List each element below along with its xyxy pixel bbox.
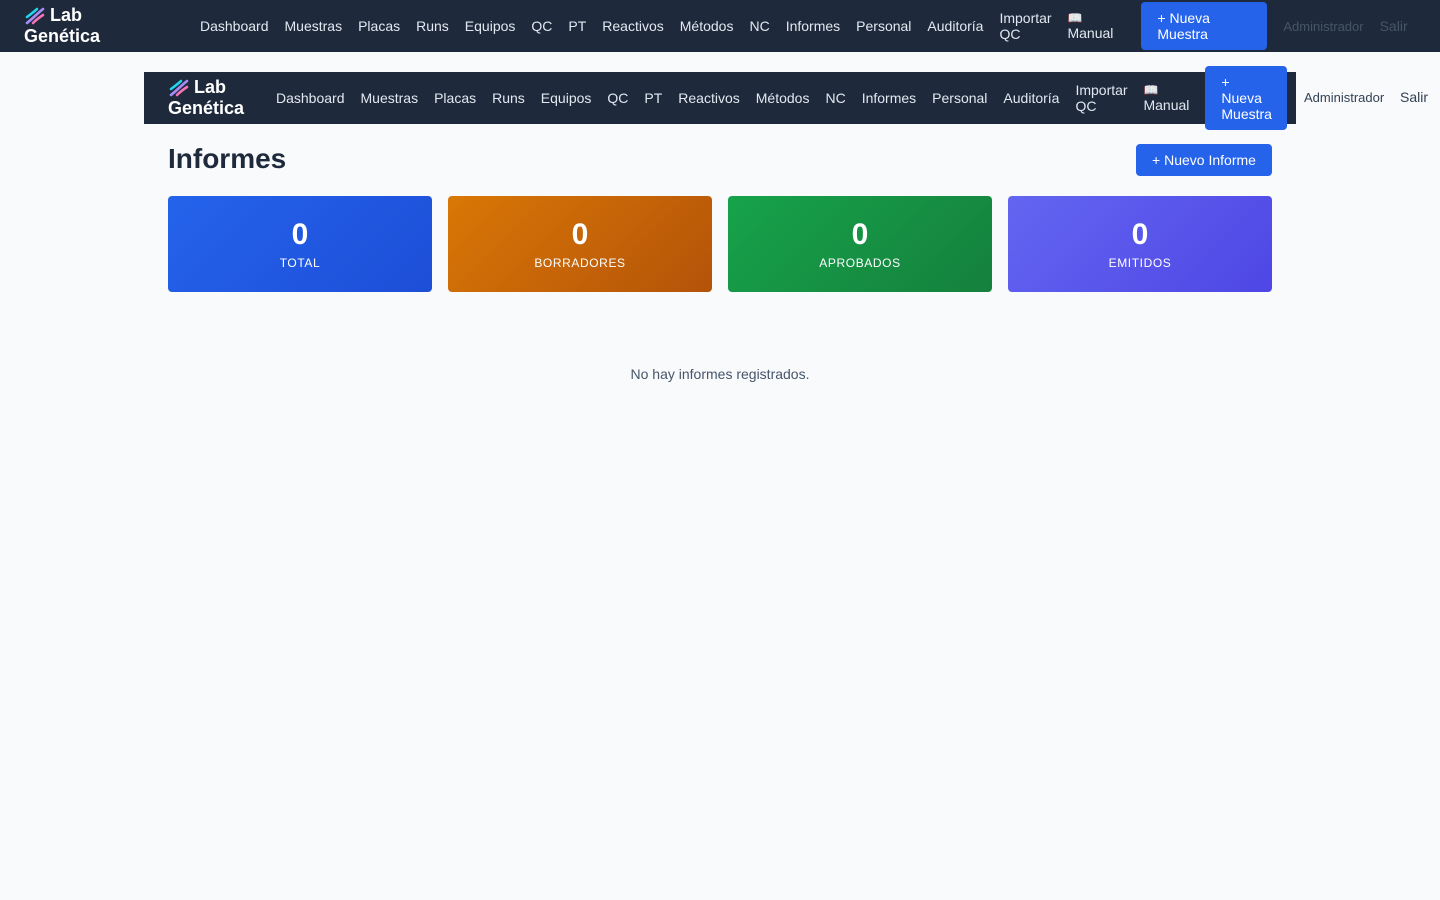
new-sample-line2: Muestra <box>1157 26 1208 42</box>
stat-card-aprobados: 0 APROBADOS <box>728 196 992 292</box>
embedded-brand-line2: Genética <box>168 98 245 118</box>
embedded-nav-equipos[interactable]: Equipos <box>533 90 600 106</box>
embedded-nav-qc[interactable]: QC <box>599 90 636 106</box>
stats-cards: 0 TOTAL 0 BORRADORES 0 APROBADOS 0 EMITI… <box>168 196 1272 292</box>
stat-card-borradores: 0 BORRADORES <box>448 196 712 292</box>
embedded-nav-importar-qc-line2: QC <box>1075 98 1097 114</box>
embedded-logout-link[interactable]: Salir <box>1400 89 1428 105</box>
nav-importar-qc-line2: QC <box>999 26 1021 42</box>
nav-nc[interactable]: NC <box>741 18 777 34</box>
nav-auditoria[interactable]: Auditoría <box>919 18 991 34</box>
page-title: Informes <box>168 143 287 174</box>
embedded-nav-muestras[interactable]: Muestras <box>353 90 427 106</box>
top-navbar: Lab Genética Dashboard Muestras Placas R… <box>0 0 1440 52</box>
stat-card-total: 0 TOTAL <box>168 196 432 292</box>
embedded-nav-reactivos[interactable]: Reactivos <box>670 90 747 106</box>
user-name: Administrador <box>1283 18 1364 34</box>
nav-links: Dashboard Muestras Placas Runs Equipos Q… <box>192 0 1408 52</box>
nav-importar-qc[interactable]: Importar QC <box>991 10 1059 42</box>
stat-value-aprobados: 0 <box>851 218 869 251</box>
embedded-brand-line1: Lab <box>194 77 227 97</box>
embedded-nav-auditoria[interactable]: Auditoría <box>995 90 1067 106</box>
nav-runs[interactable]: Runs <box>408 18 457 34</box>
brand-line1: Lab <box>50 5 83 25</box>
embedded-navbar: Lab Genética Dashboard Muestras Placas R… <box>144 66 1296 130</box>
empty-state-message: No hay informes registrados. <box>630 366 810 382</box>
embedded-nav-informes[interactable]: Informes <box>854 90 924 106</box>
dna-icon <box>25 7 45 24</box>
nav-equipos[interactable]: Equipos <box>457 18 524 34</box>
new-sample-line1: + Nueva <box>1157 10 1210 26</box>
embedded-nav-importar-qc-line1: Importar <box>1075 82 1128 98</box>
nav-informes[interactable]: Informes <box>778 18 848 34</box>
stat-card-emitidos: 0 EMITIDOS <box>1008 196 1272 292</box>
embedded-nav-links: Dashboard Muestras Placas Runs Equipos Q… <box>268 66 1288 130</box>
embedded-nav-placas[interactable]: Placas <box>426 90 484 106</box>
embedded-new-sample-line1: + <box>1221 74 1230 90</box>
logout-link[interactable]: Salir <box>1364 18 1408 34</box>
nav-manual[interactable]: 📖 Manual <box>1059 11 1133 41</box>
brand-line2: Genética <box>24 26 101 46</box>
book-icon: 📖 <box>1143 83 1159 97</box>
stat-label-aprobados: APROBADOS <box>819 256 901 270</box>
embedded-nav-runs[interactable]: Runs <box>484 90 533 106</box>
brand-logo[interactable]: Lab Genética <box>24 5 192 47</box>
embedded-user-name: Administrador <box>1304 90 1385 105</box>
nav-metodos[interactable]: Métodos <box>672 18 742 34</box>
embedded-new-sample-button[interactable]: + Nueva Muestra <box>1205 66 1288 130</box>
embedded-nav-manual-label: Manual <box>1143 97 1190 113</box>
stat-value-borradores: 0 <box>571 218 589 251</box>
nav-importar-qc-line1: Importar <box>999 10 1052 26</box>
nav-pt[interactable]: PT <box>560 18 594 34</box>
nav-placas[interactable]: Placas <box>350 18 408 34</box>
dna-icon <box>169 79 189 96</box>
new-sample-button[interactable]: + Nueva Muestra <box>1141 2 1268 50</box>
embedded-nav-importar-qc[interactable]: Importar QC <box>1067 82 1135 114</box>
stat-value-total: 0 <box>291 218 309 251</box>
nav-dashboard[interactable]: Dashboard <box>192 18 277 34</box>
stat-label-borradores: BORRADORES <box>534 256 626 270</box>
embedded-nav-pt[interactable]: PT <box>636 90 670 106</box>
embedded-new-sample-line3: Muestra <box>1221 106 1272 122</box>
embedded-nav-metodos[interactable]: Métodos <box>748 90 818 106</box>
embedded-nav-personal[interactable]: Personal <box>924 90 995 106</box>
nav-qc[interactable]: QC <box>523 18 560 34</box>
nav-manual-label: Manual <box>1067 25 1114 41</box>
stat-label-emitidos: EMITIDOS <box>1108 256 1172 270</box>
book-icon: 📖 <box>1067 11 1083 25</box>
embedded-nav-manual[interactable]: 📖 Manual <box>1135 83 1205 113</box>
stat-value-emitidos: 0 <box>1131 218 1149 251</box>
nav-personal[interactable]: Personal <box>848 18 919 34</box>
nav-reactivos[interactable]: Reactivos <box>594 18 671 34</box>
embedded-nav-dashboard[interactable]: Dashboard <box>268 90 353 106</box>
embedded-nav-nc[interactable]: NC <box>817 90 853 106</box>
stat-label-total: TOTAL <box>279 256 321 270</box>
new-report-button[interactable]: + Nuevo Informe <box>1136 144 1272 176</box>
embedded-new-sample-line2: Nueva <box>1221 90 1262 106</box>
embedded-brand-logo[interactable]: Lab Genética <box>168 77 268 119</box>
nav-muestras[interactable]: Muestras <box>277 18 351 34</box>
